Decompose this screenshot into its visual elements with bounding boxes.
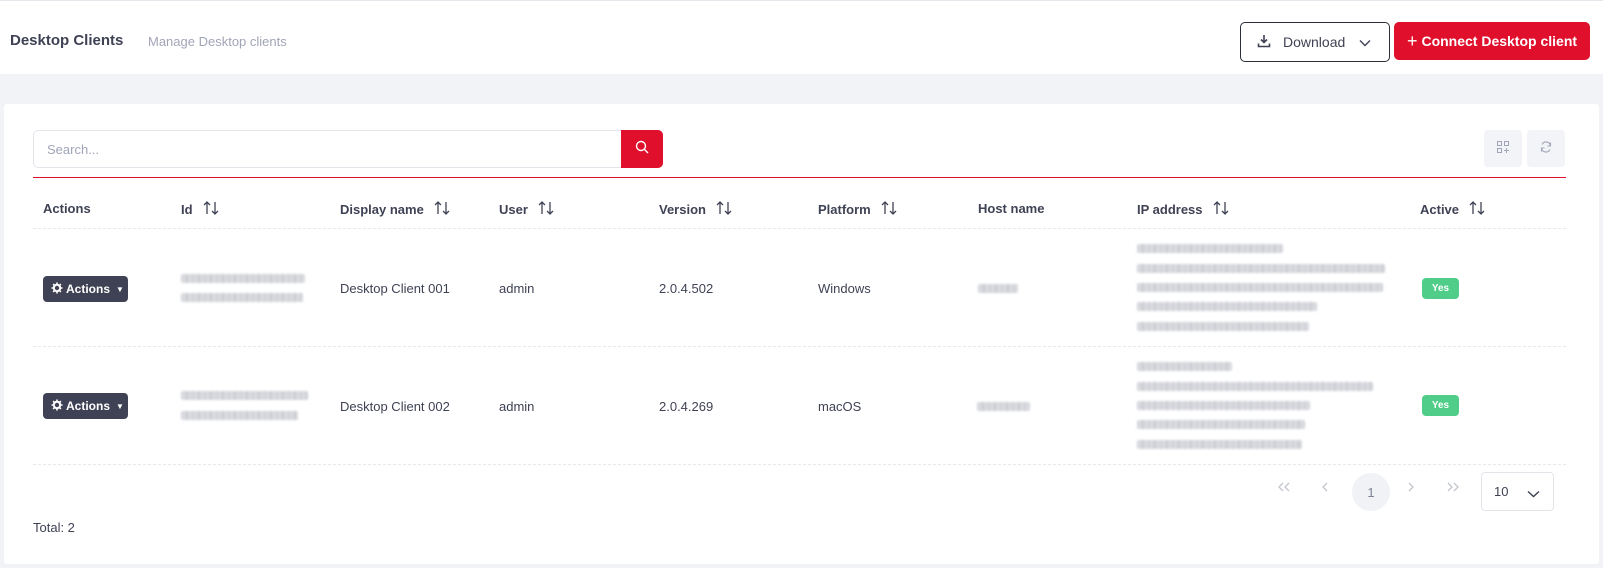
refresh-button[interactable] xyxy=(1527,130,1565,167)
caret-down-icon: ▼ xyxy=(116,401,124,411)
sort-icon[interactable] xyxy=(716,201,732,218)
prev-page-icon[interactable] xyxy=(1315,477,1335,497)
column-header-platform[interactable]: Platform xyxy=(818,201,897,218)
column-header-actions: Actions xyxy=(43,201,91,216)
column-header-active[interactable]: Active xyxy=(1420,201,1485,218)
total-count: Total: 2 xyxy=(33,520,75,535)
last-page-icon[interactable] xyxy=(1443,477,1463,497)
connect-desktop-client-button[interactable]: + Connect Desktop client xyxy=(1394,22,1590,60)
column-header-user[interactable]: User xyxy=(499,201,554,218)
gear-icon xyxy=(51,282,63,297)
caret-down-icon: ▼ xyxy=(116,284,124,294)
column-header-version[interactable]: Version xyxy=(659,201,732,218)
columns-button[interactable] xyxy=(1484,130,1522,167)
row-divider xyxy=(33,346,1566,347)
version-cell: 2.0.4.269 xyxy=(659,399,714,414)
row-actions-button[interactable]: Actions ▼ xyxy=(43,276,128,302)
plus-icon: + xyxy=(1406,31,1418,51)
sort-icon[interactable] xyxy=(1213,201,1229,218)
chevron-down-icon xyxy=(1527,486,1540,501)
download-label: Download xyxy=(1283,34,1346,50)
display-name-cell: Desktop Client 002 xyxy=(340,399,450,414)
page-size-value: 10 xyxy=(1494,484,1509,499)
search-button[interactable] xyxy=(621,130,663,168)
download-button[interactable]: Download xyxy=(1240,22,1390,62)
search-icon xyxy=(635,140,649,159)
column-header-ip-address[interactable]: IP address xyxy=(1137,201,1229,218)
column-header-host-name: Host name xyxy=(978,201,1045,216)
page-subtitle: Manage Desktop clients xyxy=(148,34,287,49)
first-page-icon[interactable] xyxy=(1274,477,1294,497)
status-badge: Yes xyxy=(1422,278,1459,299)
row-divider xyxy=(33,464,1566,465)
sort-icon[interactable] xyxy=(1469,201,1485,218)
columns-icon xyxy=(1497,140,1509,158)
platform-cell: Windows xyxy=(818,281,871,296)
status-badge: Yes xyxy=(1422,395,1459,416)
user-cell: admin xyxy=(499,399,535,414)
connect-label: Connect Desktop client xyxy=(1421,33,1578,49)
page-title: Desktop Clients xyxy=(10,32,124,49)
page-size-select[interactable]: 10 xyxy=(1481,472,1554,511)
page-number-button[interactable]: 1 xyxy=(1352,473,1390,511)
next-page-icon[interactable] xyxy=(1401,477,1421,497)
sort-icon[interactable] xyxy=(538,201,554,218)
version-cell: 2.0.4.502 xyxy=(659,281,714,296)
gear-icon xyxy=(51,399,63,414)
user-cell: admin xyxy=(499,281,535,296)
platform-cell: macOS xyxy=(818,399,862,414)
download-icon xyxy=(1257,34,1271,51)
search-box xyxy=(33,130,663,168)
chevron-down-icon xyxy=(1359,34,1371,50)
row-actions-button[interactable]: Actions ▼ xyxy=(43,393,128,419)
page-header: Desktop Clients Manage Desktop clients D… xyxy=(0,0,1603,74)
row-divider xyxy=(33,228,1566,229)
table-top-border xyxy=(33,177,1566,178)
column-header-id[interactable]: Id xyxy=(181,201,219,218)
sort-icon[interactable] xyxy=(203,201,219,218)
column-header-display-name[interactable]: Display name xyxy=(340,201,450,218)
display-name-cell: Desktop Client 001 xyxy=(340,281,450,296)
search-input[interactable] xyxy=(34,131,621,167)
sort-icon[interactable] xyxy=(881,201,897,218)
sort-icon[interactable] xyxy=(434,201,450,218)
refresh-icon xyxy=(1540,140,1552,158)
